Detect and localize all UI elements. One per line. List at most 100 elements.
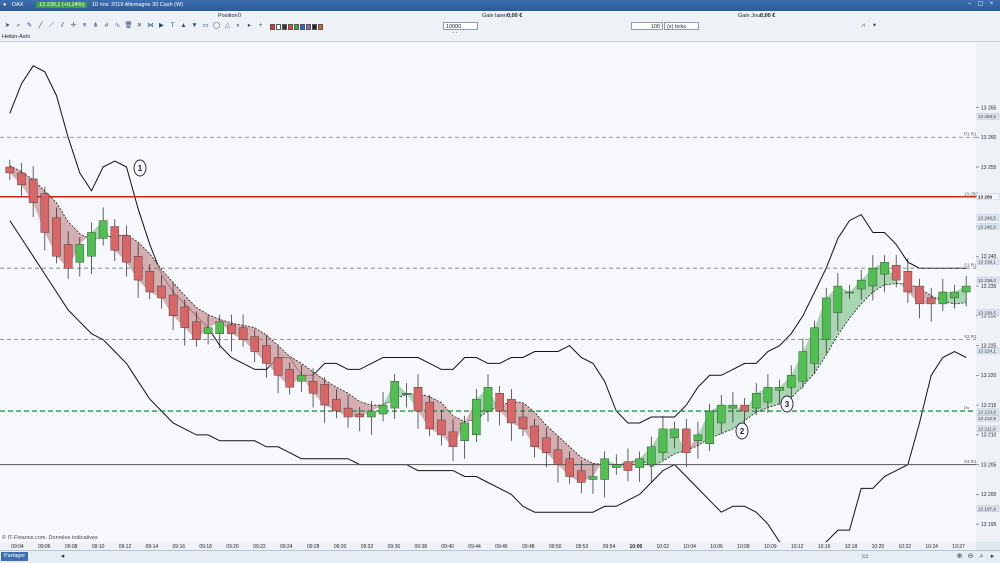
minimize-icon[interactable]: – [966,1,973,8]
price-tag-label: 13 239,1 [978,259,996,264]
bear-candle [5,166,15,174]
latent-gain-value: 0,00 € [507,13,523,19]
bear-candle [157,285,166,299]
bear-candle [926,297,936,305]
scrollbar-thumb[interactable]: ▭ [858,552,872,561]
bear-candle [740,404,749,412]
bull-candle [87,232,96,257]
pitchfork-icon[interactable]: ⋔ [91,21,100,30]
watermark: © IT-Finance.com. Données indicatives [2,534,98,541]
bear-candle [495,392,504,412]
color-white-swatch[interactable] [276,24,281,30]
triangle-icon[interactable]: △ [223,21,232,30]
cross-icon[interactable]: ✕ [135,21,144,30]
arrow-down-icon[interactable]: ▼ [190,21,199,30]
bull-candle [938,291,948,305]
bull-candle [297,375,306,382]
fibonacci-icon[interactable]: ≡ [80,21,89,30]
cursor-icon[interactable]: ➤ [3,21,12,30]
close-icon[interactable]: × [988,1,995,8]
rectangle-icon[interactable]: ▭ [201,21,210,30]
bull-candle [961,285,971,293]
bear-candle [168,294,178,317]
ellipse-icon[interactable]: ◯ [212,21,221,30]
y-tick-label: 13 220 [981,373,997,379]
level-label: 13 250 [964,191,978,196]
wave-icon[interactable]: ∿ [113,21,122,30]
plus-icon[interactable]: + [256,21,265,30]
channel-icon[interactable]: ⫽ [58,21,67,30]
bear-candle [122,235,131,263]
crosshair-icon[interactable]: ✛ [69,21,78,30]
link-icon[interactable]: ⋈ [146,21,155,30]
play-icon[interactable]: ▶ [157,21,166,30]
level-label: S2 R1 [964,334,977,339]
bull-candle [483,387,493,412]
chevron-icon[interactable]: ▸ [245,21,254,30]
bull-candle [833,285,843,314]
ray-icon[interactable]: ⟋ [47,21,56,30]
bear-candle [110,226,120,251]
position-label: Position [218,13,238,19]
ticks-unit-select[interactable]: (x) ticks [664,22,699,30]
bear-candle [227,324,236,334]
bull-candle [856,279,866,290]
bear-candle [903,270,913,293]
bear-candle [285,369,295,388]
scroll-right-icon[interactable]: ▸ [988,552,997,561]
units-field[interactable]: 10000 unités [443,22,478,38]
bear-candle [63,244,73,269]
bear-candle [40,193,50,233]
trash-icon[interactable]: 🗑 [124,21,133,30]
zoom-icon[interactable]: ⌕ [977,552,986,561]
price-tag-label: 13 197,6 [978,506,996,511]
trendline-icon[interactable]: ╱ [36,21,45,30]
text-icon[interactable]: T [168,21,177,30]
bull-candle [868,267,878,287]
price-tag-label: 13 245,0 [978,224,996,229]
zoom-in-icon[interactable]: ⊕ [955,552,964,561]
color-black-swatch[interactable] [282,24,287,30]
price-tag-label: 13 263,5 [978,114,996,119]
annotation-label: 3 [785,400,790,409]
color-green-swatch[interactable] [294,24,299,30]
bear-candle [250,336,260,352]
color-blue-swatch[interactable] [300,24,305,30]
bull-candle [460,422,469,442]
price-tag-label: 13 213,9 [978,409,996,414]
ticks-stepper[interactable]: 100 [631,22,663,30]
color-purple-swatch[interactable] [306,24,311,30]
bull-candle [98,220,108,239]
bear-candle [565,458,574,477]
toolbar: Position 0 Gain latent : 0,00 € Gain Jou… [0,11,1000,34]
bear-candle [448,431,458,447]
arrow-up-icon[interactable]: ▲ [179,21,188,30]
color-red-swatch[interactable] [270,24,275,30]
y-tick-label: 13 215 [981,403,997,409]
bear-candle [542,437,551,453]
price-chart[interactable]: P1 R113 250S1 R1S2 R1PvS3 R1 13 19513 20… [0,34,1000,550]
zoom-out-icon[interactable]: ⊖ [966,552,975,561]
maximize-icon[interactable]: ▢ [977,1,984,8]
color-orange-swatch[interactable] [318,24,323,30]
scroll-left-icon[interactable]: ◂ [58,552,67,561]
bull-candle [378,404,388,415]
bear-candle [681,428,691,453]
pencil-icon[interactable]: ✎ [25,21,34,30]
share-button[interactable]: Partager [1,552,29,561]
zoom-icon[interactable]: ⌕ [14,21,23,30]
palette-icon[interactable]: ◐ [234,21,243,30]
chart-type-icon[interactable]: ⩘ [855,21,871,30]
daily-gain-value: 0,00 € [760,13,776,19]
grid-icon[interactable]: # [102,21,111,30]
y-tick-label: 13 200 [981,492,997,498]
color-dark-swatch[interactable] [312,24,317,30]
chevron-down-icon[interactable]: ▾ [870,21,879,30]
bear-candle [915,285,924,305]
bull-candle [880,262,889,275]
color-red2-swatch[interactable] [288,24,293,30]
x-axis: 09:04 09:06 09:08 09:10 09:12 09:14 09:16 09:18… [0,542,976,550]
price-tag-label: 13 236,0 [978,278,996,283]
bear-candle [52,217,61,257]
y-tick-label: 13 235 [981,284,997,290]
